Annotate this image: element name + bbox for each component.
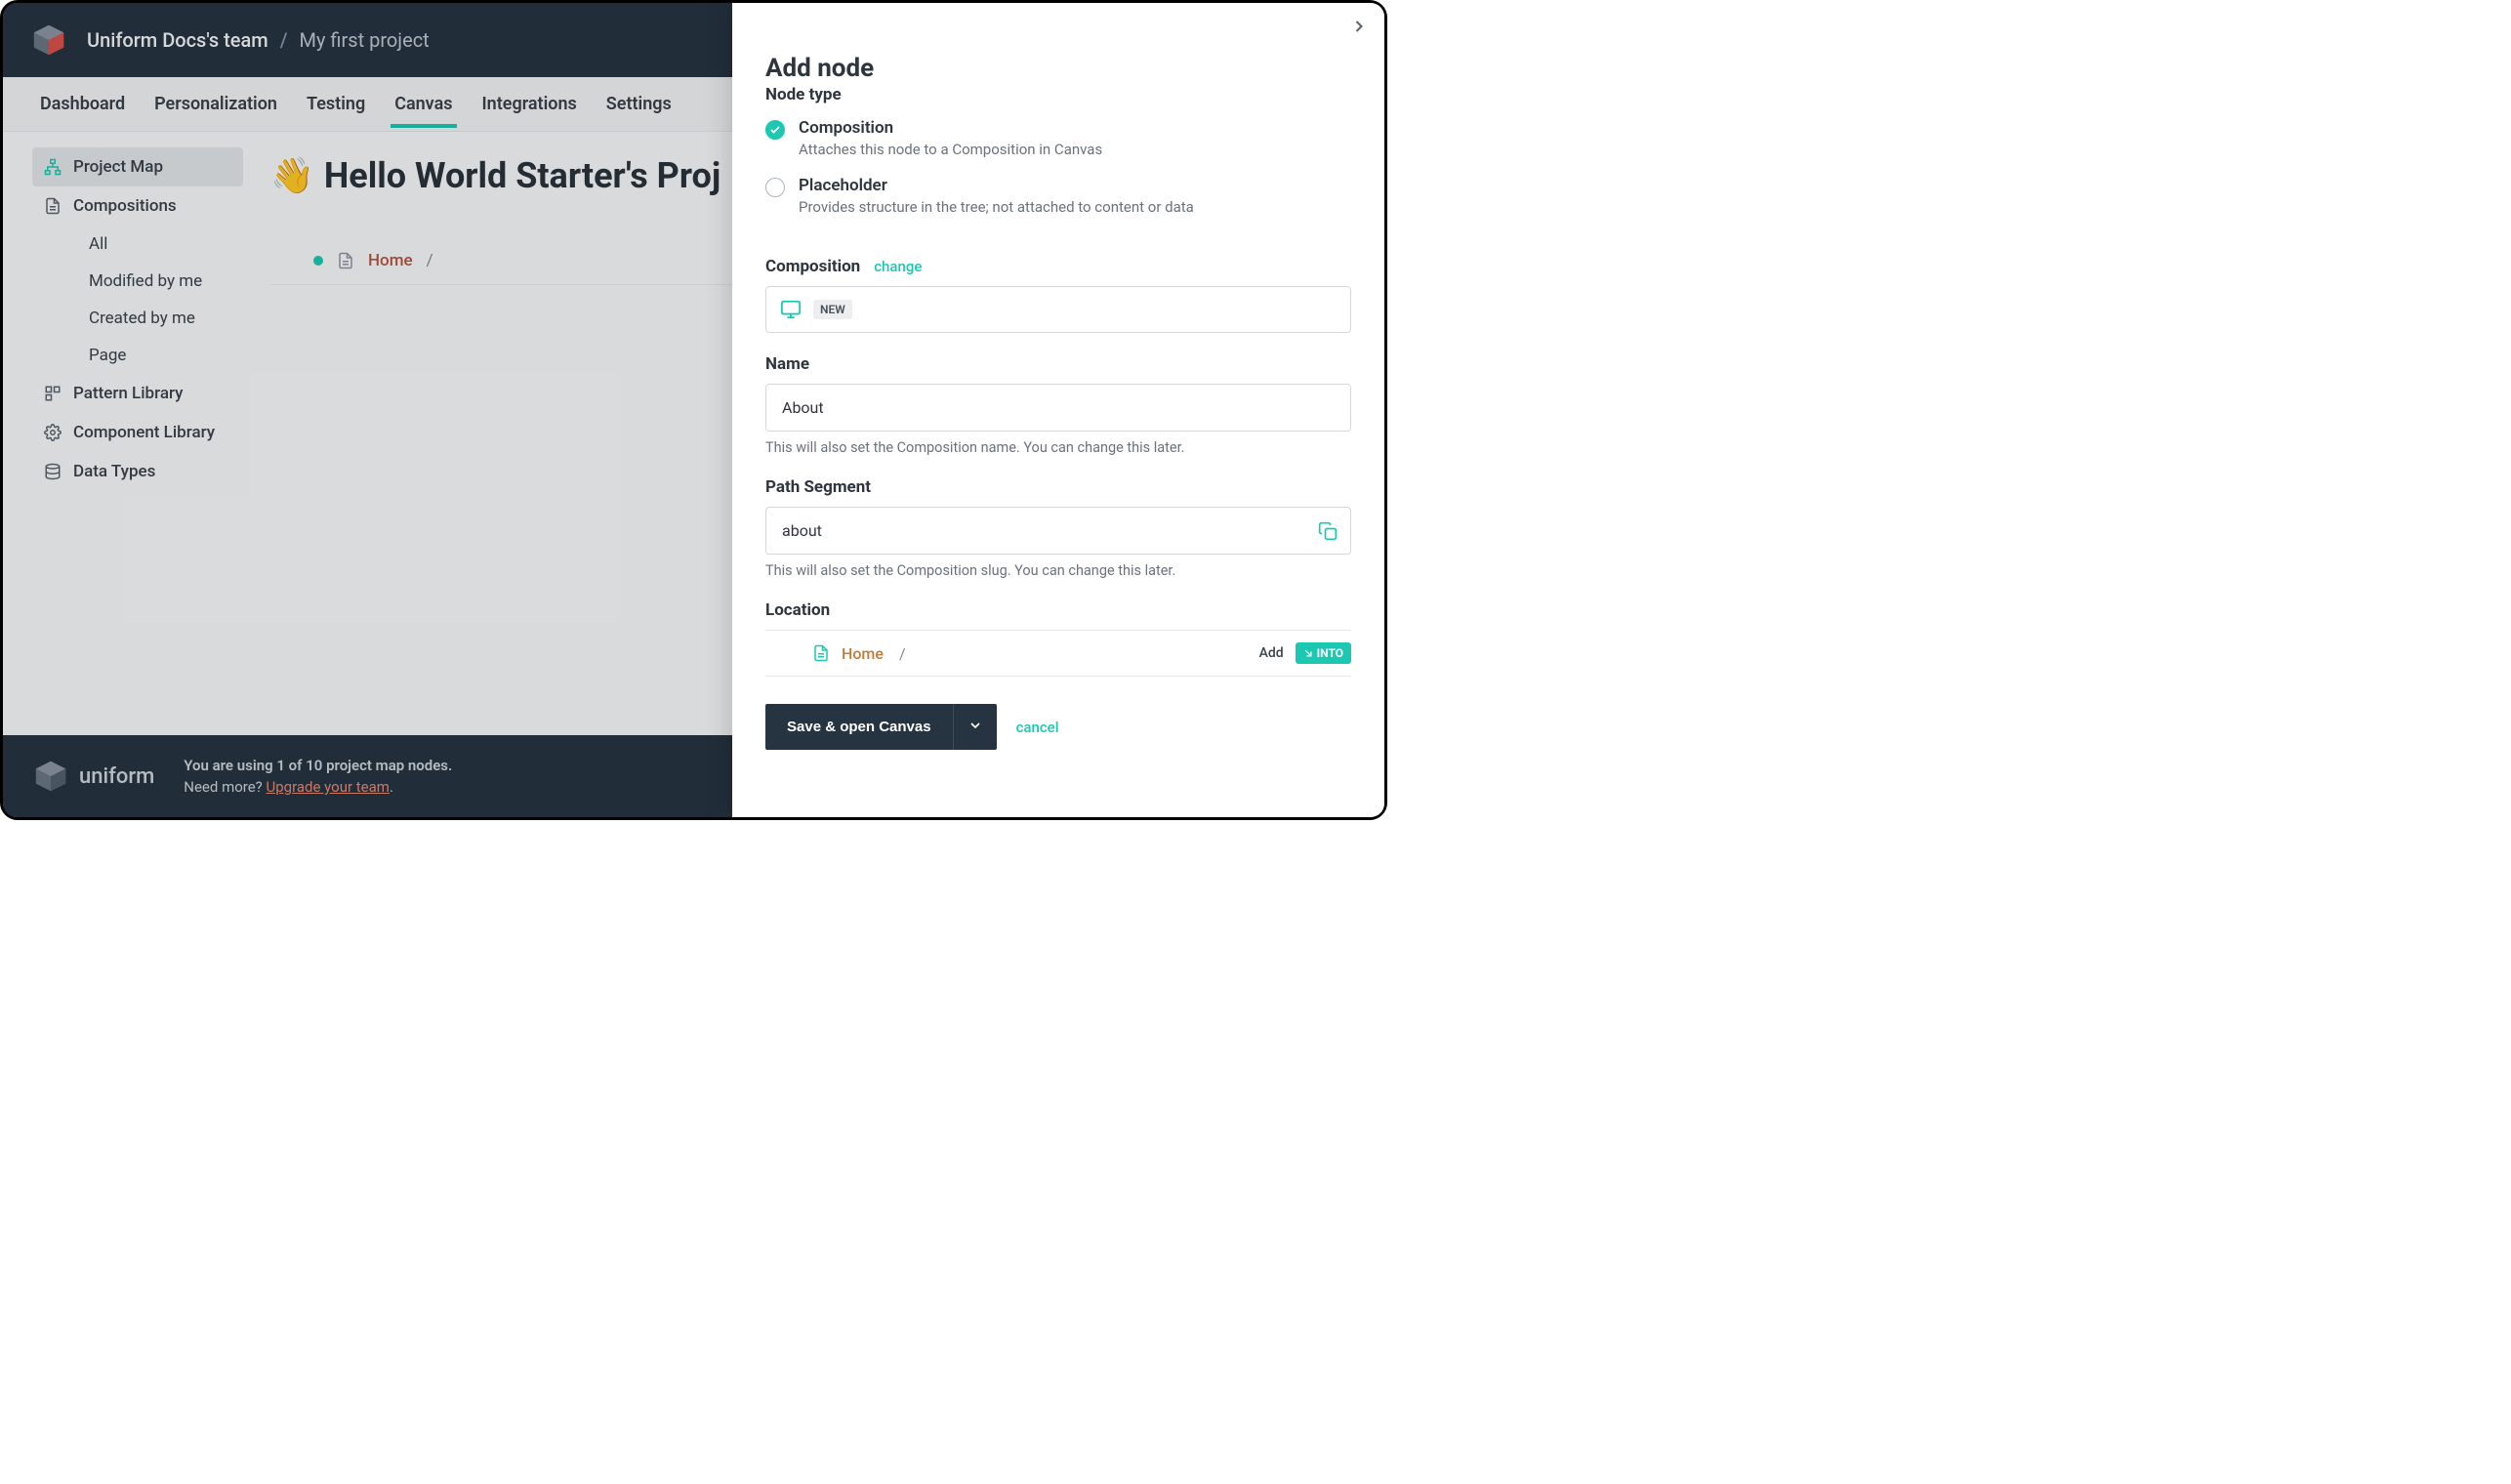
radio-placeholder[interactable]: Placeholder Provides structure in the tr… [765, 176, 1351, 216]
panel-title: Add node [765, 54, 1351, 83]
change-composition-link[interactable]: change [874, 258, 922, 275]
footer-upgrade: Need more? Upgrade your team. [184, 776, 452, 799]
document-icon [44, 197, 62, 215]
sidebar-item-project-map[interactable]: Project Map [32, 147, 243, 186]
monitor-icon [780, 299, 802, 320]
sidebar: Project Map Compositions All Modified by… [3, 132, 243, 735]
radio-checked-icon [765, 120, 785, 140]
panel-subtitle: Node type [765, 85, 1351, 104]
new-badge: NEW [813, 300, 852, 319]
tab-integrations[interactable]: Integrations [478, 80, 581, 128]
breadcrumb-project[interactable]: My first project [300, 28, 430, 52]
document-icon [812, 644, 830, 662]
footer-brand: uniform [79, 764, 154, 789]
sidebar-filter-page[interactable]: Page [77, 337, 243, 374]
document-icon [337, 252, 354, 269]
sidebar-filter-created[interactable]: Created by me [77, 300, 243, 337]
radio-composition[interactable]: Composition Attaches this node to a Comp… [765, 118, 1351, 158]
sidebar-filter-all[interactable]: All [77, 226, 243, 263]
sidebar-item-pattern-library[interactable]: Pattern Library [32, 374, 243, 413]
arrow-into-icon [1303, 648, 1313, 658]
name-input[interactable] [765, 384, 1351, 432]
save-dropdown-button[interactable] [953, 704, 997, 750]
wave-emoji-icon: 👋 [270, 155, 314, 196]
breadcrumb-sep: / [280, 28, 288, 52]
path-input[interactable] [765, 507, 1351, 555]
tree-sep: / [427, 251, 433, 270]
sidebar-filter-modified[interactable]: Modified by me [77, 263, 243, 300]
chevron-down-icon [967, 718, 983, 733]
breadcrumb-team[interactable]: Uniform Docs's team [87, 28, 268, 52]
sidebar-item-label: Component Library [73, 423, 215, 442]
into-badge: INTO [1296, 642, 1351, 664]
uniform-logo-icon [32, 758, 69, 795]
add-label: Add [1259, 645, 1284, 661]
save-open-canvas-button[interactable]: Save & open Canvas [765, 704, 953, 750]
tab-testing[interactable]: Testing [303, 80, 369, 128]
sidebar-item-label: Compositions [73, 196, 177, 216]
tab-settings[interactable]: Settings [602, 80, 676, 128]
location-row[interactable]: Home / Add INTO [765, 630, 1351, 677]
uniform-logo-icon [30, 21, 67, 59]
upgrade-link[interactable]: Upgrade your team [267, 778, 390, 796]
sidebar-item-label: Pattern Library [73, 384, 183, 403]
name-help: This will also set the Composition name.… [765, 439, 1351, 456]
location-node-label: Home [842, 644, 884, 663]
gear-icon [44, 424, 62, 441]
sidebar-item-data-types[interactable]: Data Types [32, 452, 243, 491]
sidebar-item-component-library[interactable]: Component Library [32, 413, 243, 452]
copy-icon[interactable] [1318, 521, 1338, 541]
chevron-right-icon[interactable] [1349, 17, 1369, 36]
add-node-panel: Add node Node type Composition Attaches … [732, 3, 1384, 817]
database-icon [44, 463, 62, 480]
composition-selector[interactable]: NEW [765, 286, 1351, 333]
sitemap-icon [44, 158, 62, 176]
breadcrumb: Uniform Docs's team / My first project [87, 28, 430, 52]
cancel-link[interactable]: cancel [1016, 719, 1059, 736]
composition-field-label: Composition [765, 257, 860, 276]
sidebar-item-compositions[interactable]: Compositions [32, 186, 243, 226]
path-help: This will also set the Composition slug.… [765, 562, 1351, 579]
grid-icon [44, 385, 62, 402]
radio-unchecked-icon [765, 178, 785, 197]
location-field-label: Location [765, 600, 1351, 620]
path-field-label: Path Segment [765, 477, 1351, 497]
footer-usage: You are using 1 of 10 project map nodes. [184, 755, 452, 777]
tab-canvas[interactable]: Canvas [391, 80, 456, 128]
name-field-label: Name [765, 354, 1351, 374]
sidebar-item-label: Data Types [73, 462, 155, 481]
tab-dashboard[interactable]: Dashboard [36, 80, 129, 128]
sidebar-item-label: Project Map [73, 157, 163, 177]
tab-personalization[interactable]: Personalization [150, 80, 281, 128]
status-dot-icon [313, 256, 323, 266]
tree-node-label: Home [368, 251, 413, 270]
